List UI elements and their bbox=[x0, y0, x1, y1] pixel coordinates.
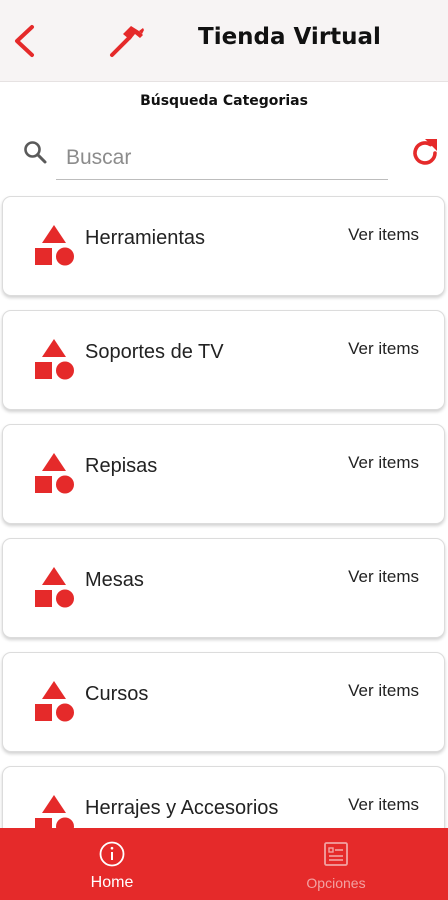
nav-item-home[interactable]: Home bbox=[0, 828, 224, 900]
category-card[interactable]: Soportes de TV Ver items bbox=[2, 310, 445, 410]
nav-label: Opciones bbox=[306, 875, 366, 891]
category-name: Repisas bbox=[85, 455, 158, 477]
list-icon bbox=[324, 842, 348, 866]
bottom-nav: Home Opciones bbox=[0, 828, 448, 900]
info-icon bbox=[99, 841, 125, 867]
category-name: Herramientas bbox=[85, 227, 206, 249]
app-screen: Tienda Virtual Búsqueda Categorias Herra… bbox=[0, 0, 448, 900]
category-card[interactable]: Mesas Ver items bbox=[2, 538, 445, 638]
shapes-icon bbox=[35, 339, 74, 380]
category-name: Cursos bbox=[85, 683, 149, 705]
view-items-link[interactable]: Ver items bbox=[348, 339, 419, 359]
nav-item-options[interactable]: Opciones bbox=[224, 828, 448, 900]
category-name: Soportes de TV bbox=[85, 341, 224, 363]
view-items-link[interactable]: Ver items bbox=[348, 453, 419, 473]
view-items-link[interactable]: Ver items bbox=[348, 567, 419, 587]
nav-label: Home bbox=[90, 874, 134, 891]
view-items-link[interactable]: Ver items bbox=[348, 225, 419, 245]
search-input[interactable] bbox=[56, 136, 388, 180]
view-items-link[interactable]: Ver items bbox=[348, 681, 419, 701]
shapes-icon bbox=[35, 567, 74, 608]
section-title: Búsqueda Categorias bbox=[140, 93, 308, 109]
view-items-link[interactable]: Ver items bbox=[348, 795, 419, 815]
refresh-icon[interactable] bbox=[408, 136, 442, 170]
category-name: Herrajes y Accesorios bbox=[85, 797, 279, 819]
chevron-left-icon[interactable] bbox=[10, 22, 40, 60]
search-icon bbox=[24, 141, 47, 164]
hammer-icon bbox=[110, 26, 144, 57]
app-header: Tienda Virtual bbox=[0, 0, 448, 82]
category-card[interactable]: Repisas Ver items bbox=[2, 424, 445, 524]
category-list: Herramientas Ver items Soportes de TV Ve… bbox=[0, 196, 448, 880]
shapes-icon bbox=[35, 681, 74, 722]
category-name: Mesas bbox=[85, 569, 144, 591]
category-card[interactable]: Cursos Ver items bbox=[2, 652, 445, 752]
page-title: Tienda Virtual bbox=[198, 24, 381, 50]
category-card[interactable]: Herramientas Ver items bbox=[2, 196, 445, 296]
shapes-icon bbox=[35, 453, 74, 494]
shapes-icon bbox=[35, 225, 74, 266]
